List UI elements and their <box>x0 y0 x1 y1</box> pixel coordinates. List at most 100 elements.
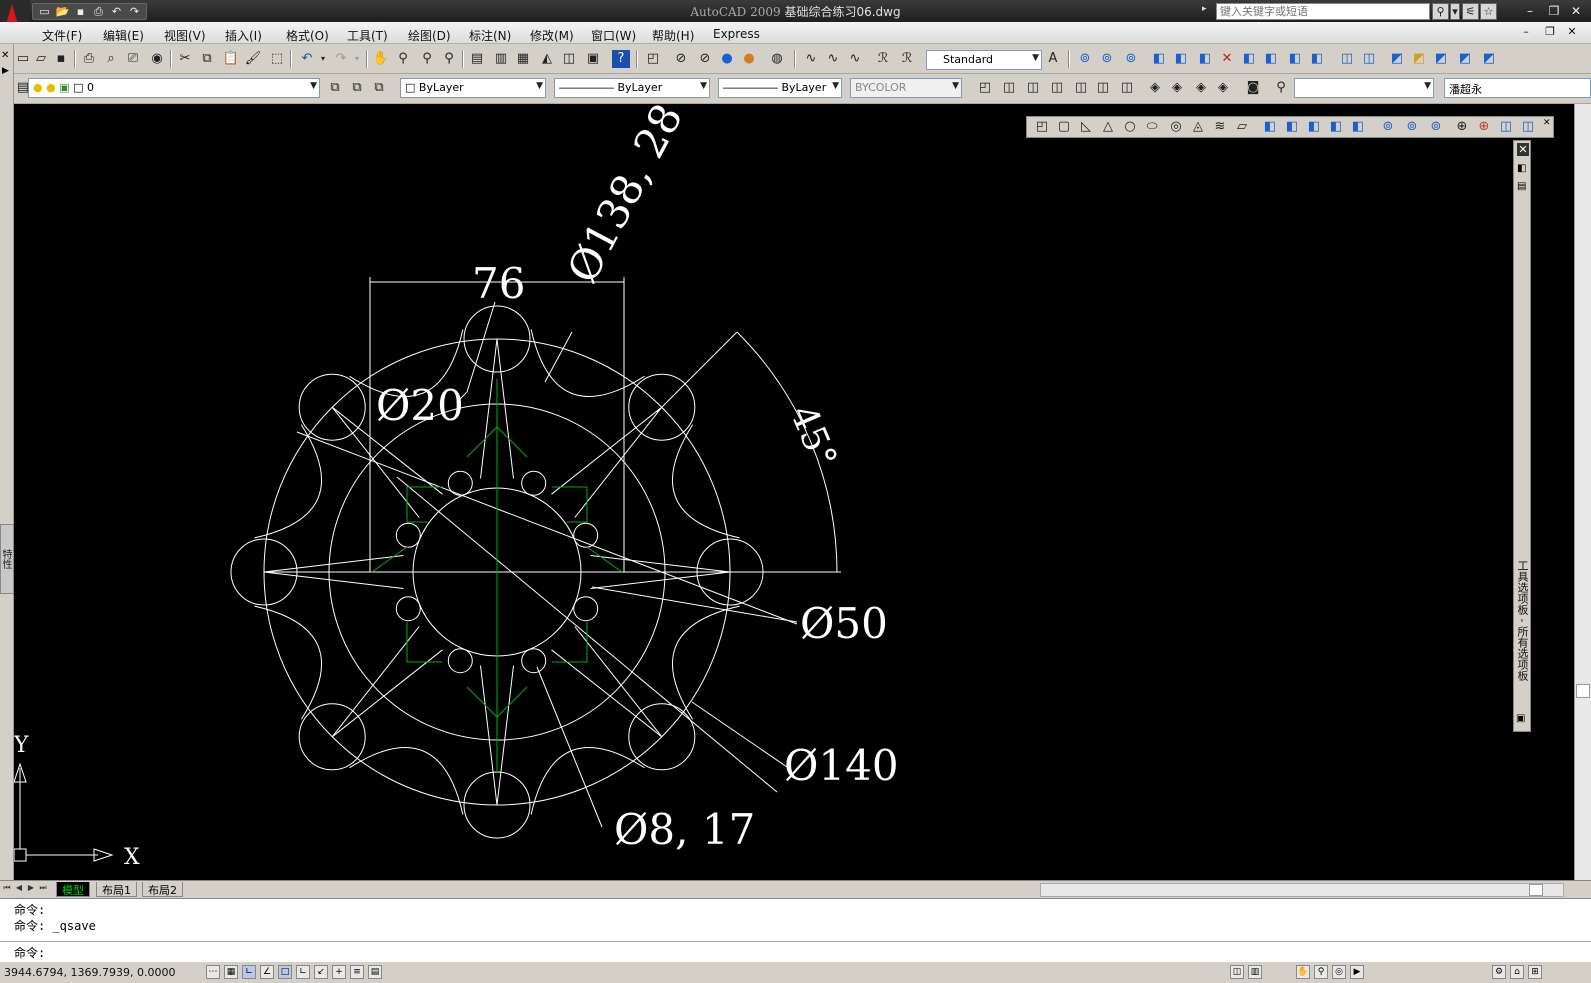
menu-help[interactable]: 帮助(H) <box>652 27 694 44</box>
workspace-icon[interactable]: ⚙ <box>1492 965 1506 979</box>
sweep-icon[interactable]: ◧ <box>1305 118 1323 136</box>
menu-modify[interactable]: 修改(M) <box>530 27 574 44</box>
extrude-icon[interactable]: ◧ <box>1261 118 1279 136</box>
dock-autohide-icon[interactable]: ▶ <box>2 66 9 76</box>
grid-icon[interactable]: ▦ <box>224 965 238 979</box>
close-icon[interactable]: ✕ <box>1566 2 1586 20</box>
search-icon[interactable]: ⚲ <box>1432 3 1449 20</box>
nw-iso-icon[interactable]: ◈ <box>1214 79 1232 97</box>
shell-icon[interactable]: ◩ <box>1456 50 1474 68</box>
search-expand-icon[interactable]: ▸ <box>1202 4 1207 14</box>
plotstyle-select[interactable]: BYCOLOR ▼ <box>850 78 962 98</box>
color-faces-icon[interactable]: ◧ <box>1308 50 1326 68</box>
ducs-icon[interactable]: ↙ <box>314 965 328 979</box>
sw-iso-icon[interactable]: ◈ <box>1146 79 1164 97</box>
color-select[interactable]: □ ByLayer ▼ <box>400 78 546 98</box>
menu-dimension[interactable]: 标注(N) <box>469 27 511 44</box>
3d-array-icon[interactable]: ◫ <box>1519 118 1537 136</box>
palette-autohide-icon[interactable]: ◧ <box>1517 163 1526 174</box>
lineweight-select[interactable]: ――――― ByLayer ▼ <box>718 78 842 98</box>
plot-icon[interactable]: ⎙ <box>91 4 106 19</box>
render-icon[interactable]: ● <box>740 50 758 68</box>
zoom-window-icon[interactable]: ⚲ <box>418 50 436 68</box>
visual-style-icon[interactable]: ⊘ <box>696 50 714 68</box>
tab-first-icon[interactable]: ⏮ <box>2 883 12 895</box>
qnew-icon[interactable]: ▭ <box>14 50 32 68</box>
top-view-icon[interactable]: ◫ <box>1000 79 1018 97</box>
rotate-faces-icon[interactable]: ◧ <box>1240 50 1258 68</box>
design-center-icon[interactable]: ▥ <box>492 50 510 68</box>
union-icon[interactable]: ⊚ <box>1076 50 1094 68</box>
text-edit-icon[interactable]: ℛ <box>874 50 892 68</box>
extrude-faces-icon[interactable]: ◧ <box>1150 50 1168 68</box>
sphere-icon[interactable]: ○ <box>1121 118 1139 136</box>
plot-icon[interactable]: ⎙ <box>80 50 98 68</box>
wedge-icon[interactable]: ◺ <box>1077 118 1095 136</box>
sheet-set-icon[interactable]: ◭ <box>538 50 556 68</box>
union-solid-icon[interactable]: ⊚ <box>1379 118 1397 136</box>
zoom-realtime-icon[interactable]: ⚲ <box>394 50 412 68</box>
polysolid-icon[interactable]: ◰ <box>1033 118 1051 136</box>
menu-insert[interactable]: 插入(I) <box>225 27 262 44</box>
osnap-icon[interactable]: □ <box>278 965 292 979</box>
clean-screen-icon[interactable]: ⊞ <box>1528 965 1542 979</box>
open-icon[interactable]: 📂 <box>55 4 70 19</box>
presspull-icon[interactable]: ◧ <box>1283 118 1301 136</box>
vertical-scroll-thumb[interactable] <box>1576 684 1590 698</box>
multiline-edit-icon[interactable]: ℛ <box>898 50 916 68</box>
palette-properties-icon[interactable]: ▤ <box>1517 181 1526 192</box>
tab-layout2[interactable]: 布局2 <box>142 882 183 897</box>
tab-prev-icon[interactable]: ◀ <box>14 883 24 895</box>
ortho-icon[interactable]: ∟ <box>242 965 256 979</box>
search-options-icon[interactable]: ▾ <box>1450 3 1460 20</box>
search-input[interactable] <box>1216 3 1430 20</box>
layer-states-icon[interactable]: ⧉ <box>370 79 388 97</box>
3d-dwf-icon[interactable]: ◉ <box>148 50 166 68</box>
vertical-scrollbar[interactable] <box>1574 104 1591 880</box>
tool-palettes-icon[interactable]: ▦ <box>514 50 532 68</box>
dock-close-icon[interactable]: ✕ <box>1 50 9 61</box>
properties-icon[interactable]: ▤ <box>468 50 486 68</box>
hide-icon[interactable]: ⊘ <box>672 50 690 68</box>
model-icon[interactable]: ◫ <box>1230 965 1244 979</box>
camera-icon[interactable]: ◙ <box>1244 79 1262 97</box>
menu-draw[interactable]: 绘图(D) <box>408 27 451 44</box>
polar-icon[interactable]: ∠ <box>260 965 274 979</box>
imprint-icon[interactable]: ◩ <box>1388 50 1406 68</box>
restore-icon[interactable]: ❐ <box>1544 2 1564 20</box>
revolve-icon[interactable]: ◧ <box>1327 118 1345 136</box>
3d-align-icon[interactable]: ◫ <box>1497 118 1515 136</box>
dyn-icon[interactable]: + <box>332 965 346 979</box>
ucs-icon[interactable]: ◰ <box>644 50 662 68</box>
subtract-solid-icon[interactable]: ⊚ <box>1403 118 1421 136</box>
doc-minimize-icon[interactable]: – <box>1518 25 1534 41</box>
save-icon[interactable]: ▪ <box>73 4 88 19</box>
offset-faces-icon[interactable]: ◧ <box>1196 50 1214 68</box>
menu-edit[interactable]: 编辑(E) <box>103 27 144 44</box>
layout-icon[interactable]: ▥ <box>1248 965 1262 979</box>
text-style-manager-icon[interactable]: A <box>1044 50 1062 68</box>
cylinder-icon[interactable]: ⬭ <box>1143 118 1161 136</box>
minimize-icon[interactable]: – <box>1520 2 1540 20</box>
make-current-layer-icon[interactable]: ⧉ <box>326 79 344 97</box>
plot-preview-icon[interactable]: ⌕ <box>102 50 120 68</box>
clean-icon[interactable]: ◩ <box>1410 50 1428 68</box>
subtract-icon[interactable]: ⊚ <box>1098 50 1116 68</box>
cut-icon[interactable]: ✂ <box>176 50 194 68</box>
menu-format[interactable]: 格式(O) <box>286 27 329 44</box>
layer-previous-icon[interactable]: ⧉ <box>348 79 366 97</box>
undo-dropdown-icon[interactable]: ▾ <box>314 50 332 68</box>
tab-next-icon[interactable]: ▶ <box>26 883 36 895</box>
edit-attribute-icon[interactable]: ∿ <box>846 50 864 68</box>
spline-edit-icon[interactable]: ∿ <box>824 50 842 68</box>
lweight-icon[interactable]: ≡ <box>350 965 364 979</box>
cursor-coordinates[interactable]: 3944.6794, 1369.7939, 0.0000 <box>4 966 175 979</box>
redo-icon[interactable]: ↷ <box>127 4 142 19</box>
intersect-icon[interactable]: ⊚ <box>1122 50 1140 68</box>
tab-layout1[interactable]: 布局1 <box>96 882 137 897</box>
publish-icon[interactable]: ⎚ <box>124 50 142 68</box>
loft-icon[interactable]: ◧ <box>1349 118 1367 136</box>
pan-status-icon[interactable]: ✋ <box>1296 965 1310 979</box>
layer-select[interactable]: ● ● ▣ □ 0 ▼ <box>28 78 320 98</box>
communication-center-icon[interactable]: ⚟ <box>1462 3 1479 20</box>
